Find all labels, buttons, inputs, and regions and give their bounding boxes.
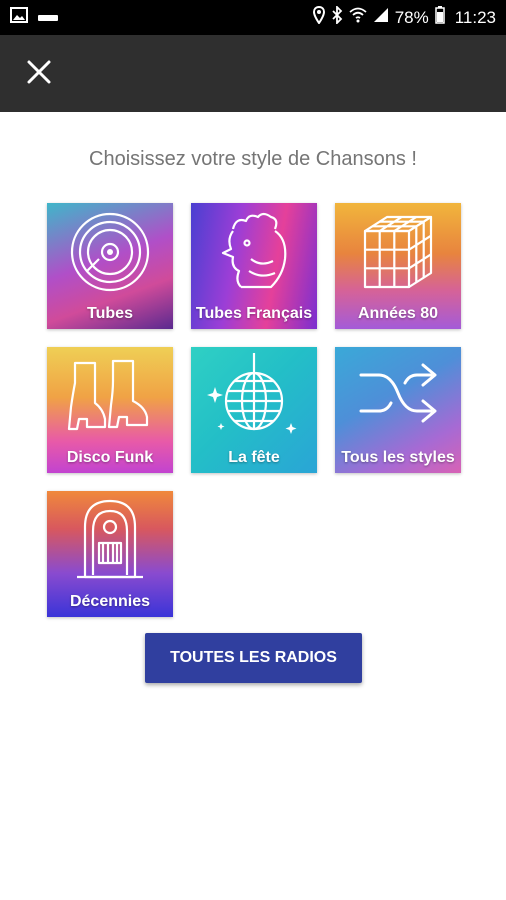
disco-ball-icon: [207, 353, 297, 434]
wifi-icon: [349, 7, 367, 28]
style-tile-tubes[interactable]: Tubes: [47, 203, 173, 329]
status-bar: 78% 11:23: [0, 0, 506, 35]
jukebox-icon: [77, 499, 143, 579]
rooster-icon: [221, 212, 287, 289]
style-tile-annees-80[interactable]: Années 80: [335, 203, 461, 329]
image-icon: [10, 7, 28, 28]
rubiks-cube-icon: [363, 215, 433, 289]
close-icon: [26, 59, 52, 90]
style-tile-la-fete[interactable]: La fête: [191, 347, 317, 473]
style-tile-tous-les-styles[interactable]: Tous les styles: [335, 347, 461, 473]
platform-boots-icon: [67, 359, 149, 431]
tile-label: La fête: [228, 449, 280, 466]
clock: 11:23: [454, 7, 496, 27]
vinyl-record-icon: [70, 212, 150, 292]
battery-icon: [434, 6, 445, 29]
tile-label: Tubes Français: [195, 305, 313, 322]
style-tile-decennies[interactable]: Décennies: [47, 491, 173, 617]
page-title: Choisissez votre style de Chansons !: [89, 148, 417, 170]
tile-label: Disco Funk: [66, 449, 154, 466]
tile-label: Tous les styles: [341, 449, 455, 466]
notification-icon: [38, 9, 58, 27]
shuffle-icon: [359, 363, 437, 423]
tile-label: Décennies: [69, 593, 151, 610]
app-bar: [0, 35, 506, 112]
location-icon: [312, 5, 325, 29]
tile-label: Années 80: [357, 305, 439, 322]
close-button[interactable]: [18, 53, 60, 95]
style-tile-tubes-francais[interactable]: Tubes Français: [191, 203, 317, 329]
bluetooth-icon: [331, 4, 343, 29]
battery-percent: 78%: [394, 7, 429, 27]
tile-label: Tubes: [87, 305, 133, 322]
style-tile-disco-funk[interactable]: Disco Funk: [47, 347, 173, 473]
all-radios-button[interactable]: TOUTES LES RADIOS: [145, 633, 362, 683]
signal-icon: [373, 7, 389, 28]
